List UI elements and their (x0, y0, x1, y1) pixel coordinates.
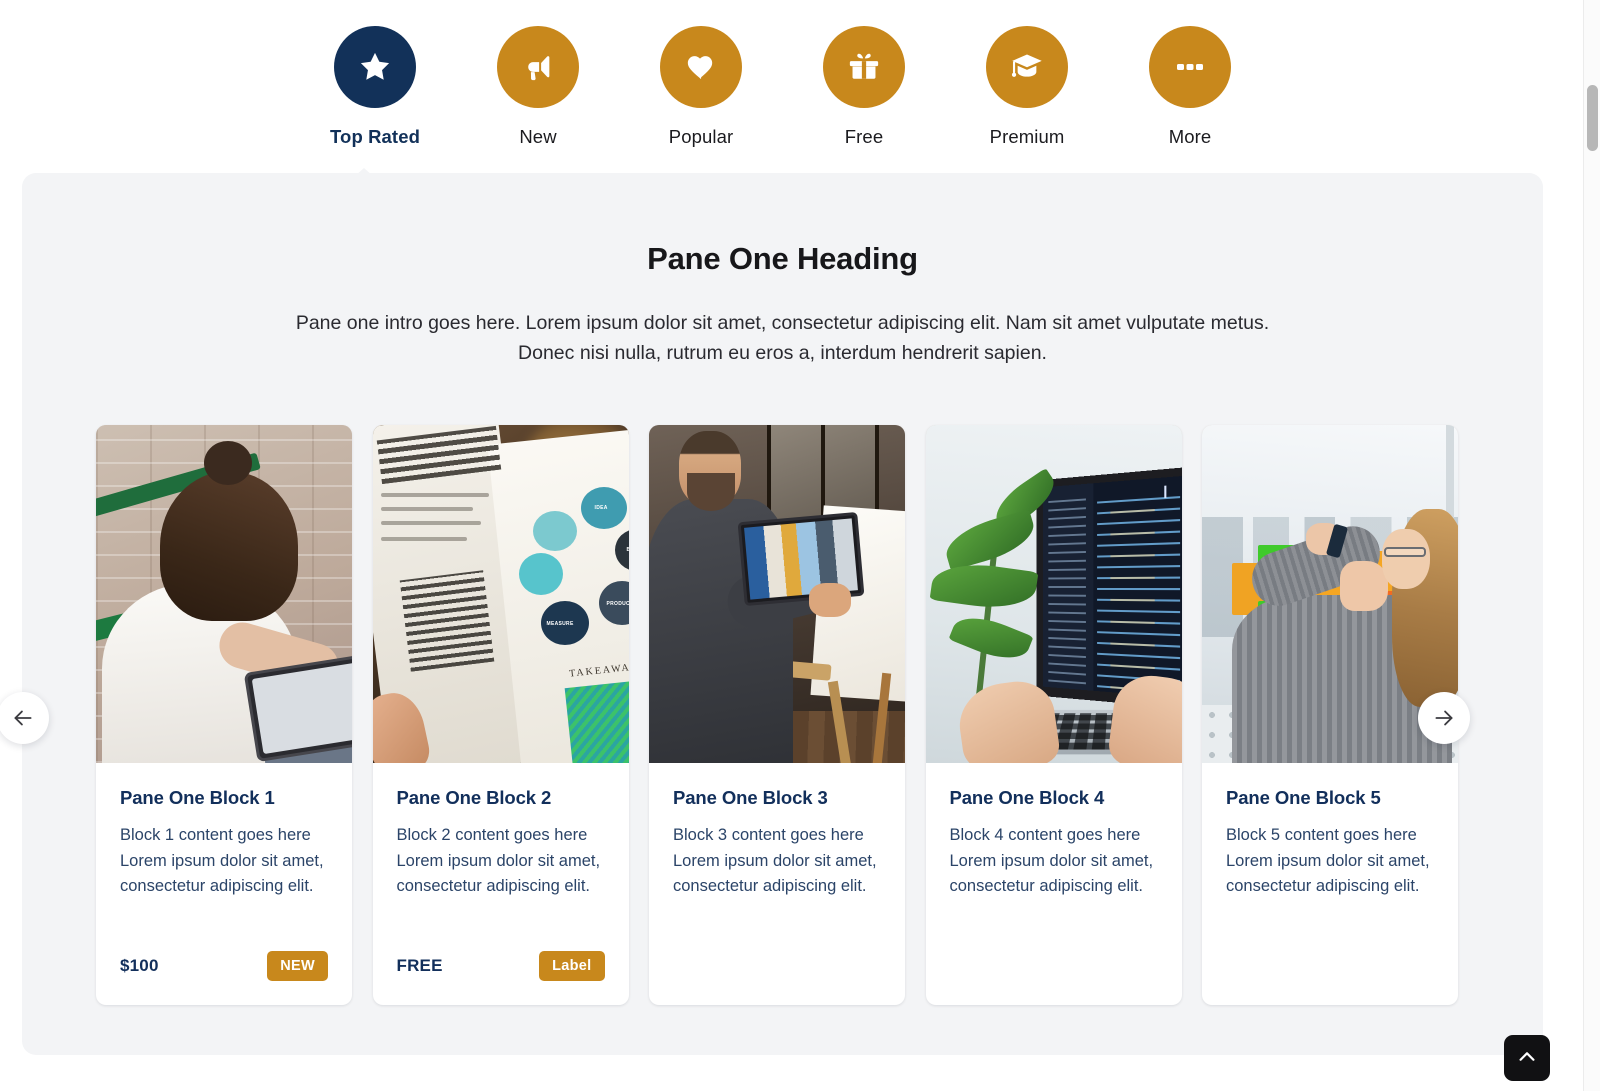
tab-icon-circle-new (497, 26, 579, 108)
heart-icon (684, 50, 718, 84)
card-carousel-track[interactable]: Pane One Block 1 Block 1 content goes he… (96, 425, 1543, 1005)
arrow-left-icon (10, 705, 36, 731)
card-title-1: Pane One Block 1 (120, 787, 275, 808)
chevron-up-icon (1516, 1046, 1538, 1071)
card-pane-one-block-2[interactable]: IDEA BUILD PRODUCT MEASURE TAKEAWAY Pane… (372, 425, 629, 1005)
carousel-next-button[interactable] (1418, 692, 1470, 744)
megaphone-icon (521, 50, 555, 84)
page-title: Pane One Heading (647, 241, 918, 276)
card-pane-one-block-3[interactable]: Pane One Block 3 Block 3 content goes he… (649, 425, 905, 1005)
tab-label-premium: Premium (989, 126, 1065, 147)
card-pane-one-block-1[interactable]: Pane One Block 1 Block 1 content goes he… (96, 425, 352, 1005)
card-footer-5 (1202, 927, 1458, 1005)
tab-label-more: More (1168, 126, 1212, 147)
card-text-1: Block 1 content goes here Lorem ipsum do… (120, 826, 324, 896)
graduation-cap-icon (1010, 50, 1044, 84)
carousel-prev-button[interactable] (0, 692, 49, 744)
page-scrollbar[interactable] (1583, 0, 1600, 1091)
card-text-3: Block 3 content goes here Lorem ipsum do… (673, 826, 877, 896)
card-image-1 (96, 425, 352, 763)
card-footer-2: FREE Label (373, 927, 629, 1005)
card-title-2: Pane One Block 2 (396, 787, 552, 808)
tab-label-popular: Popular (668, 126, 734, 147)
card-title-3: Pane One Block 3 (673, 787, 828, 808)
tab-popular[interactable]: Popular (620, 26, 783, 148)
card-image-2: IDEA BUILD PRODUCT MEASURE TAKEAWAY (372, 425, 629, 763)
magazine-label-measure: MEASURE (546, 621, 574, 627)
card-image-3 (649, 425, 905, 763)
card-footer-4 (926, 927, 1182, 1005)
tab-top-rated[interactable]: Top Rated (294, 26, 457, 148)
tab-label-free: Free (844, 126, 884, 147)
card-body-3: Pane One Block 3 Block 3 content goes he… (649, 763, 905, 927)
card-text-2: Block 2 content goes here Lorem ipsum do… (396, 826, 601, 896)
card-body-2: Pane One Block 2 Block 2 content goes he… (373, 763, 629, 927)
tab-more[interactable]: More (1109, 26, 1272, 148)
card-text-4: Block 4 content goes here Lorem ipsum do… (949, 826, 1154, 896)
card-price-2: FREE (396, 956, 443, 975)
tab-free[interactable]: Free (783, 26, 946, 148)
ellipsis-icon (1172, 49, 1208, 85)
arrow-right-icon (1431, 705, 1457, 731)
tab-icon-circle-more (1149, 26, 1231, 108)
card-pane-one-block-4[interactable]: Pane One Block 4 Block 4 content goes he… (925, 425, 1182, 1005)
magazine-label-idea: IDEA (594, 505, 608, 511)
card-body-4: Pane One Block 4 Block 4 content goes he… (926, 763, 1182, 927)
panel-intro-text: Pane one intro goes here. Lorem ipsum do… (295, 312, 1270, 364)
tab-premium[interactable]: Premium (946, 26, 1109, 148)
card-badge-1[interactable]: NEW (267, 951, 328, 981)
card-image-4 (925, 425, 1182, 763)
tab-icon-circle-popular (660, 26, 742, 108)
tab-icon-circle-premium (986, 26, 1068, 108)
tab-icon-circle-free (823, 26, 905, 108)
star-icon (357, 49, 393, 85)
page-scrollbar-thumb[interactable] (1587, 85, 1598, 151)
card-price-1: $100 (120, 956, 159, 975)
card-footer-3 (649, 927, 905, 1005)
tab-new[interactable]: New (457, 26, 620, 148)
card-text-5: Block 5 content goes here Lorem ipsum do… (1226, 826, 1430, 896)
tab-icon-circle-top-rated (334, 26, 416, 108)
magazine-label-product: PRODUCT (606, 601, 629, 607)
card-badge-2[interactable]: Label (539, 951, 605, 981)
magazine-label-build: BUILD (627, 547, 629, 553)
card-title-4: Pane One Block 4 (949, 787, 1105, 808)
card-title-5: Pane One Block 5 (1226, 787, 1381, 808)
tab-label-top-rated: Top Rated (330, 126, 420, 147)
tab-label-new: New (519, 126, 557, 147)
card-footer-1: $100 NEW (96, 927, 352, 1005)
card-body-1: Pane One Block 1 Block 1 content goes he… (96, 763, 352, 927)
page-root: Top Rated New Popular Free Premium More … (0, 0, 1565, 1091)
category-tab-strip: Top Rated New Popular Free Premium More (0, 0, 1565, 148)
card-body-5: Pane One Block 5 Block 5 content goes he… (1202, 763, 1458, 927)
gift-icon (848, 51, 880, 83)
scroll-to-top-button[interactable] (1504, 1035, 1550, 1081)
pane-one-panel: Pane One Heading Pane one intro goes her… (0, 173, 1543, 1055)
